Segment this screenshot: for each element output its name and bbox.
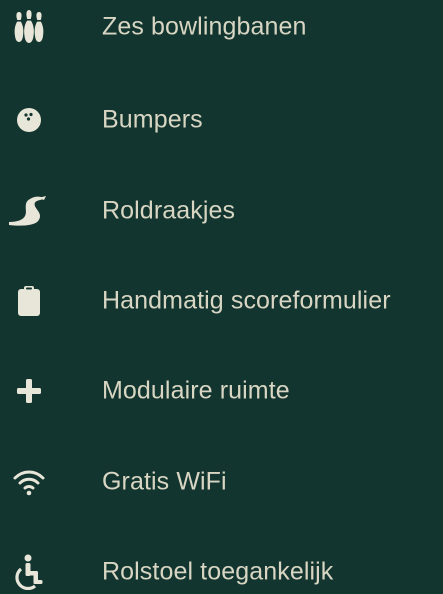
amenities-list: Zes bowlingbanen Bumpers Roldraakjes Han… — [0, 0, 443, 594]
list-item: Zes bowlingbanen — [0, 5, 443, 49]
wheelchair-icon — [5, 550, 53, 594]
list-item: Bumpers — [0, 98, 443, 142]
amenity-label: Roldraakjes — [102, 196, 236, 225]
bowling-ball-icon — [5, 98, 53, 142]
list-item: Gratis WiFi — [0, 460, 443, 504]
amenity-label: Bumpers — [102, 105, 203, 134]
amenity-label: Modulaire ruimte — [102, 376, 290, 405]
amenity-label: Zes bowlingbanen — [102, 12, 307, 41]
bowling-pins-icon — [5, 5, 53, 49]
amenity-label: Gratis WiFi — [102, 467, 227, 496]
amenity-label: Rolstoel toegankelijk — [102, 557, 334, 586]
ramp-icon — [5, 189, 53, 233]
list-item: Rolstoel toegankelijk — [0, 550, 443, 594]
list-item: Handmatig scoreformulier — [0, 279, 443, 323]
amenity-label: Handmatig scoreformulier — [102, 286, 391, 315]
list-item: Roldraakjes — [0, 189, 443, 233]
list-item: Modulaire ruimte — [0, 369, 443, 413]
clipboard-icon — [5, 279, 53, 323]
plus-icon — [5, 369, 53, 413]
wifi-icon — [5, 460, 53, 504]
